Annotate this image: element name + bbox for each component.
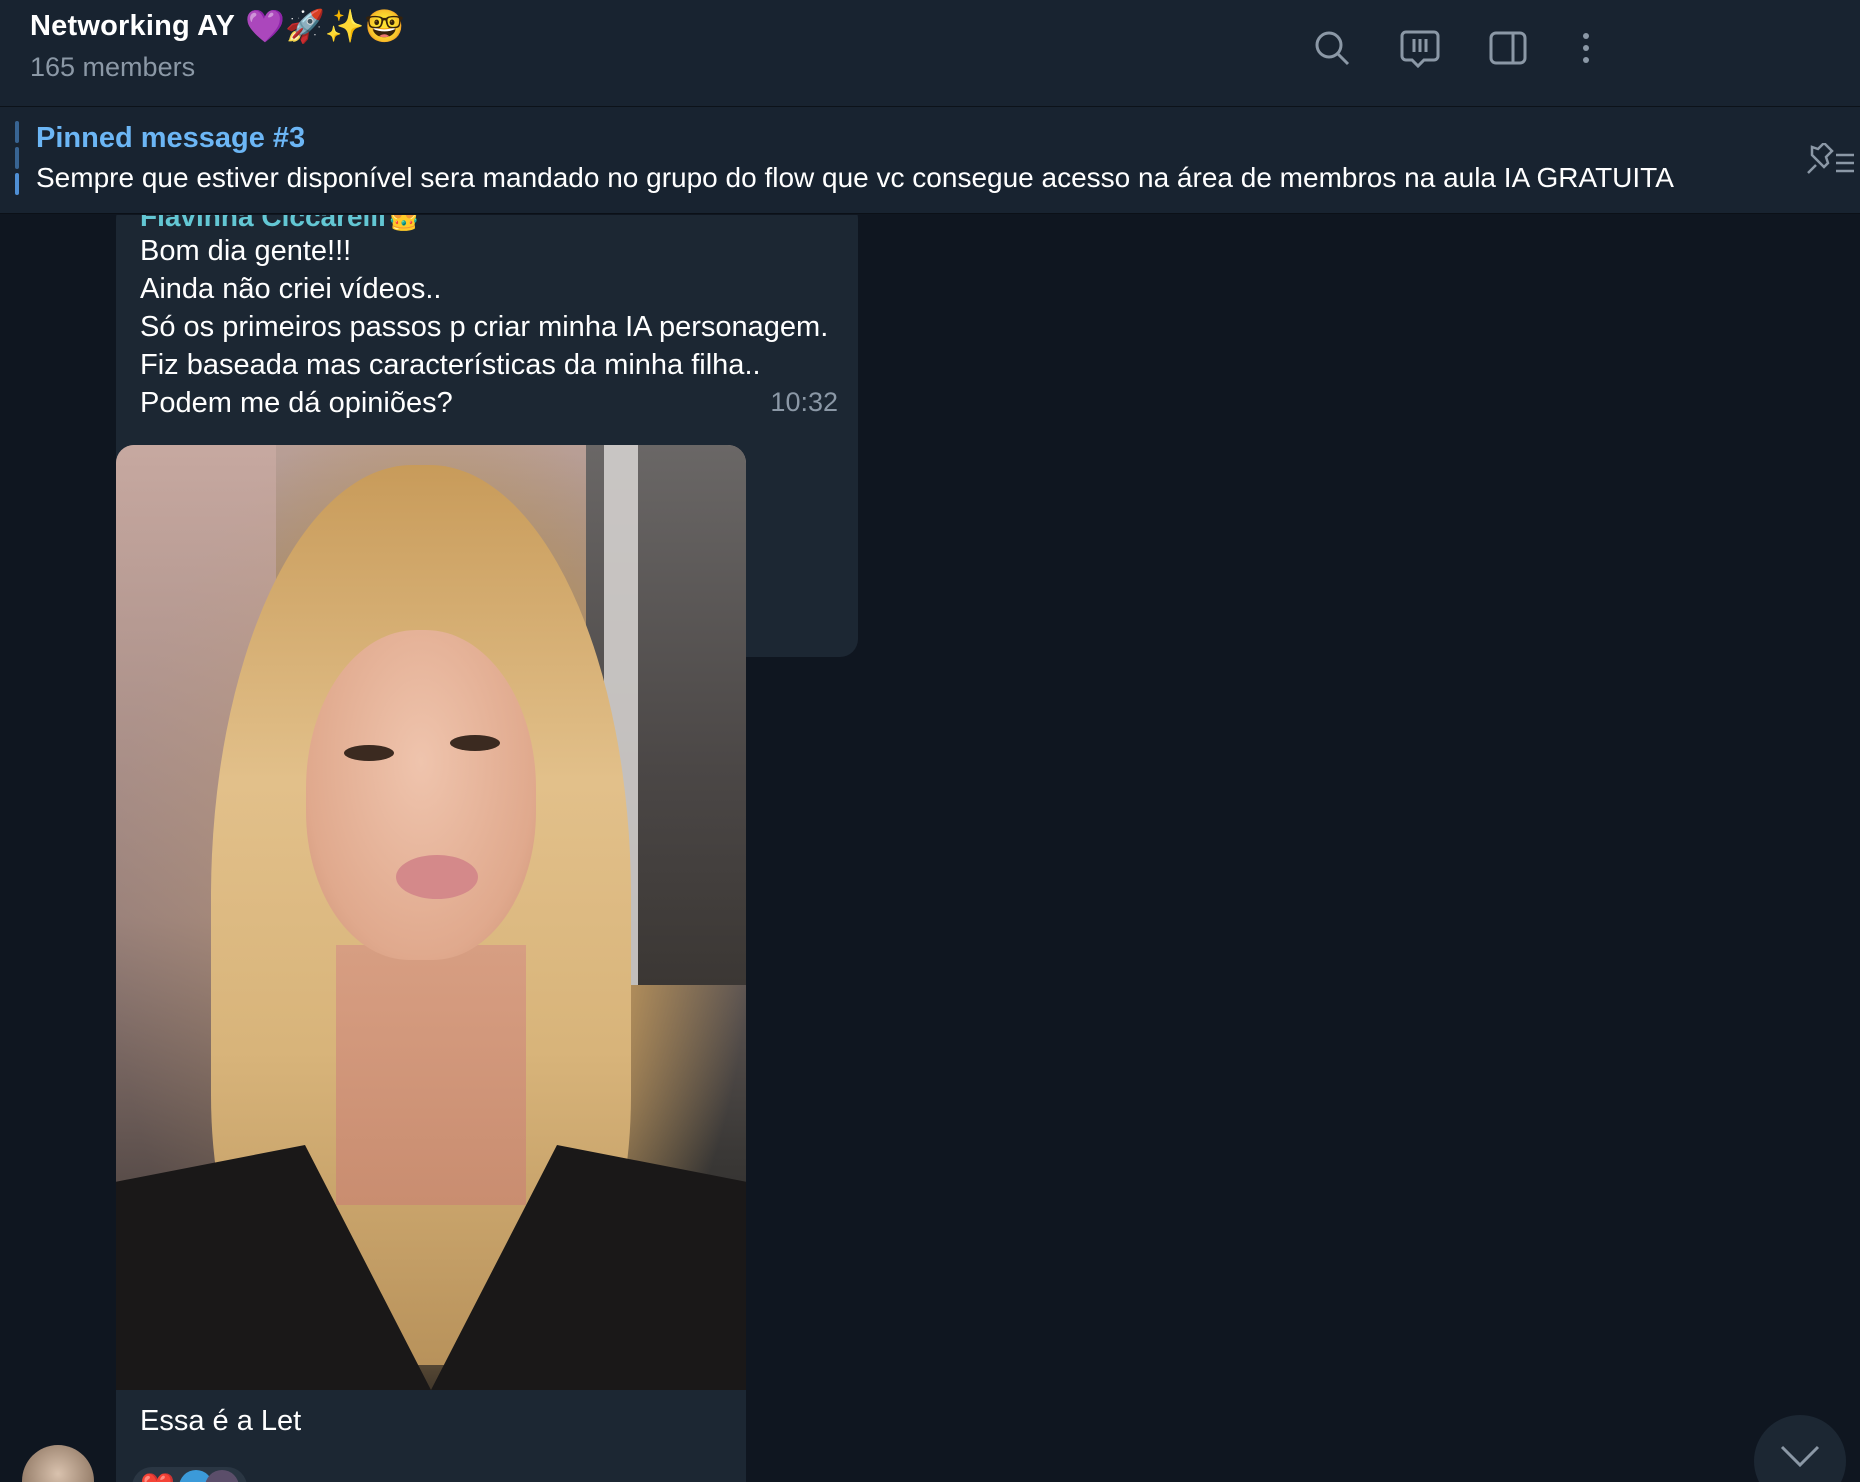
message-time: 10:32 — [770, 387, 838, 417]
chat-window: Networking AY 💜🚀✨🤓 165 members Pinned me… — [0, 0, 1860, 1482]
chat-title: Networking AY — [30, 9, 236, 42]
pin-list-icon — [1807, 143, 1854, 174]
pinned-indicator — [15, 121, 19, 201]
message-line: Só os primeiros passos p criar minha IA … — [140, 311, 829, 343]
message-line: Bom dia gente!!! — [140, 235, 352, 267]
message-line: Podem me dá opiniões? — [140, 387, 453, 419]
avatar[interactable] — [22, 1445, 94, 1482]
live-stream-button[interactable] — [1394, 22, 1446, 74]
pinned-message-bar[interactable]: Pinned message #3 Sempre que estiver dis… — [0, 107, 1860, 214]
title-emojis: 💜🚀✨🤓 — [245, 8, 405, 44]
reaction-chip[interactable]: ❤️ LL — [132, 1467, 247, 1482]
chevron-down-icon — [1780, 1445, 1820, 1468]
member-count: 165 members — [30, 52, 196, 82]
chat-title-row[interactable]: Networking AY 💜🚀✨🤓 — [30, 6, 404, 46]
reactor-avatar — [204, 1470, 239, 1482]
heart-reaction-icon: ❤️ — [140, 1471, 175, 1482]
scroll-down-button[interactable] — [1754, 1415, 1846, 1482]
search-button[interactable] — [1306, 22, 1358, 74]
pinned-list-button[interactable] — [1796, 139, 1860, 187]
message-line: Ainda não criei vídeos.. — [140, 273, 442, 305]
sidebar-toggle-button[interactable] — [1482, 22, 1534, 74]
photo[interactable] — [116, 445, 746, 1390]
live-stream-icon — [1400, 30, 1440, 69]
message-list[interactable]: Flavinha Ciccarelli👑 Bom dia gente!!! Ai… — [0, 215, 1860, 1482]
more-options-button[interactable] — [1560, 22, 1612, 74]
message-line: Fiz baseada mas características da minha… — [140, 349, 761, 381]
search-icon — [1315, 31, 1350, 66]
crown-badge: 👑 — [387, 215, 421, 232]
sidebar-toggle-icon — [1489, 31, 1527, 65]
photo-message-bubble[interactable]: Essa é a Let ❤️ LL — [116, 445, 746, 1482]
chat-header: Networking AY 💜🚀✨🤓 165 members — [0, 0, 1860, 107]
pinned-text: Sempre que estiver disponível sera manda… — [36, 162, 1674, 193]
pinned-title: Pinned message #3 — [36, 122, 306, 154]
sender-name-text: Flavinha Ciccarelli — [140, 215, 386, 232]
sender-name[interactable]: Flavinha Ciccarelli👑 — [140, 215, 420, 233]
photo-caption: Essa é a Let — [140, 1405, 302, 1437]
more-vertical-icon — [1583, 33, 1589, 63]
